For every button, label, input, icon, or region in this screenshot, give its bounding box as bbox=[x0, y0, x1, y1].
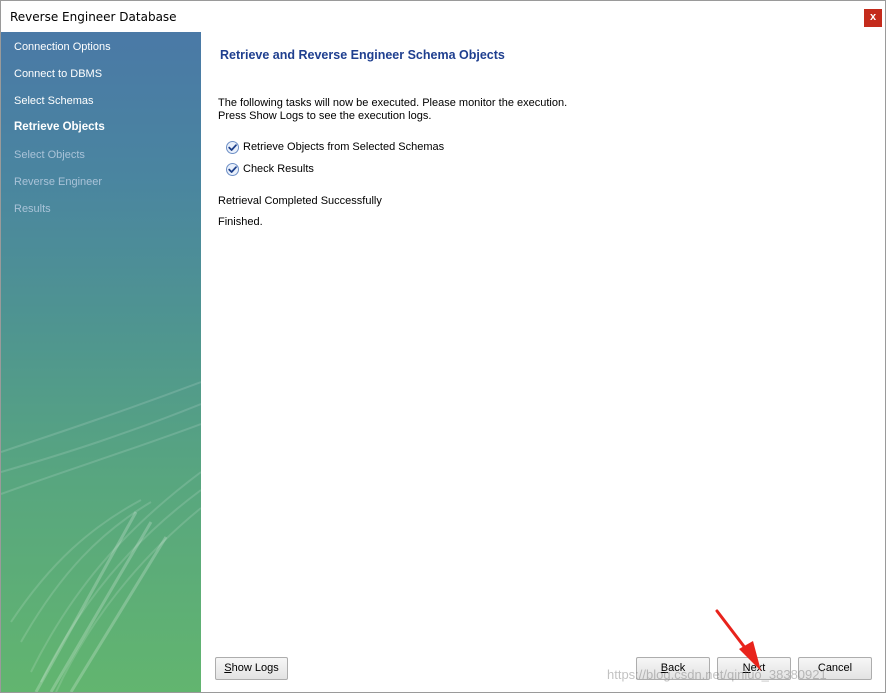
check-icon bbox=[226, 162, 239, 176]
sidebar-item-results: Results bbox=[14, 203, 51, 215]
watermark: https://blog.csdn.net/qinluo_38380921 bbox=[607, 667, 827, 682]
title-bar: Reverse Engineer Database x bbox=[1, 1, 885, 32]
sidebar-item-connect-to-dbms[interactable]: Connect to DBMS bbox=[14, 68, 102, 80]
check-icon bbox=[226, 140, 239, 154]
task-label: Check Results bbox=[243, 163, 314, 175]
annotation-arrow-icon bbox=[715, 609, 761, 671]
close-button[interactable]: x bbox=[864, 9, 882, 27]
wizard-page: Retrieve and Reverse Engineer Schema Obj… bbox=[202, 32, 885, 692]
sidebar-item-reverse-engineer: Reverse Engineer bbox=[14, 176, 103, 188]
wizard-steps-sidebar: Connection Options Connect to DBMS Selec… bbox=[1, 32, 201, 692]
task-label: Retrieve Objects from Selected Schemas bbox=[243, 141, 445, 153]
description-line-2: Press Show Logs to see the execution log… bbox=[218, 110, 432, 122]
show-logs-button[interactable]: Show Logs bbox=[215, 657, 288, 680]
description-line-1: The following tasks will now be executed… bbox=[218, 97, 568, 109]
sidebar-item-retrieve-objects[interactable]: Retrieve Objects bbox=[14, 121, 105, 133]
task-item: Retrieve Objects from Selected Schemas bbox=[226, 139, 444, 155]
status-text: Retrieval Completed Successfully bbox=[218, 195, 382, 207]
sidebar-item-select-schemas[interactable]: Select Schemas bbox=[14, 95, 93, 107]
finished-text: Finished. bbox=[218, 216, 263, 228]
page-title: Retrieve and Reverse Engineer Schema Obj… bbox=[220, 48, 505, 62]
reverse-engineer-dialog: Reverse Engineer Database x Connection O… bbox=[0, 0, 886, 693]
sidebar-item-connection-options[interactable]: Connection Options bbox=[14, 41, 111, 53]
task-item: Check Results bbox=[226, 161, 314, 177]
sidebar-item-select-objects: Select Objects bbox=[14, 149, 85, 161]
window-title: Reverse Engineer Database bbox=[10, 10, 177, 24]
